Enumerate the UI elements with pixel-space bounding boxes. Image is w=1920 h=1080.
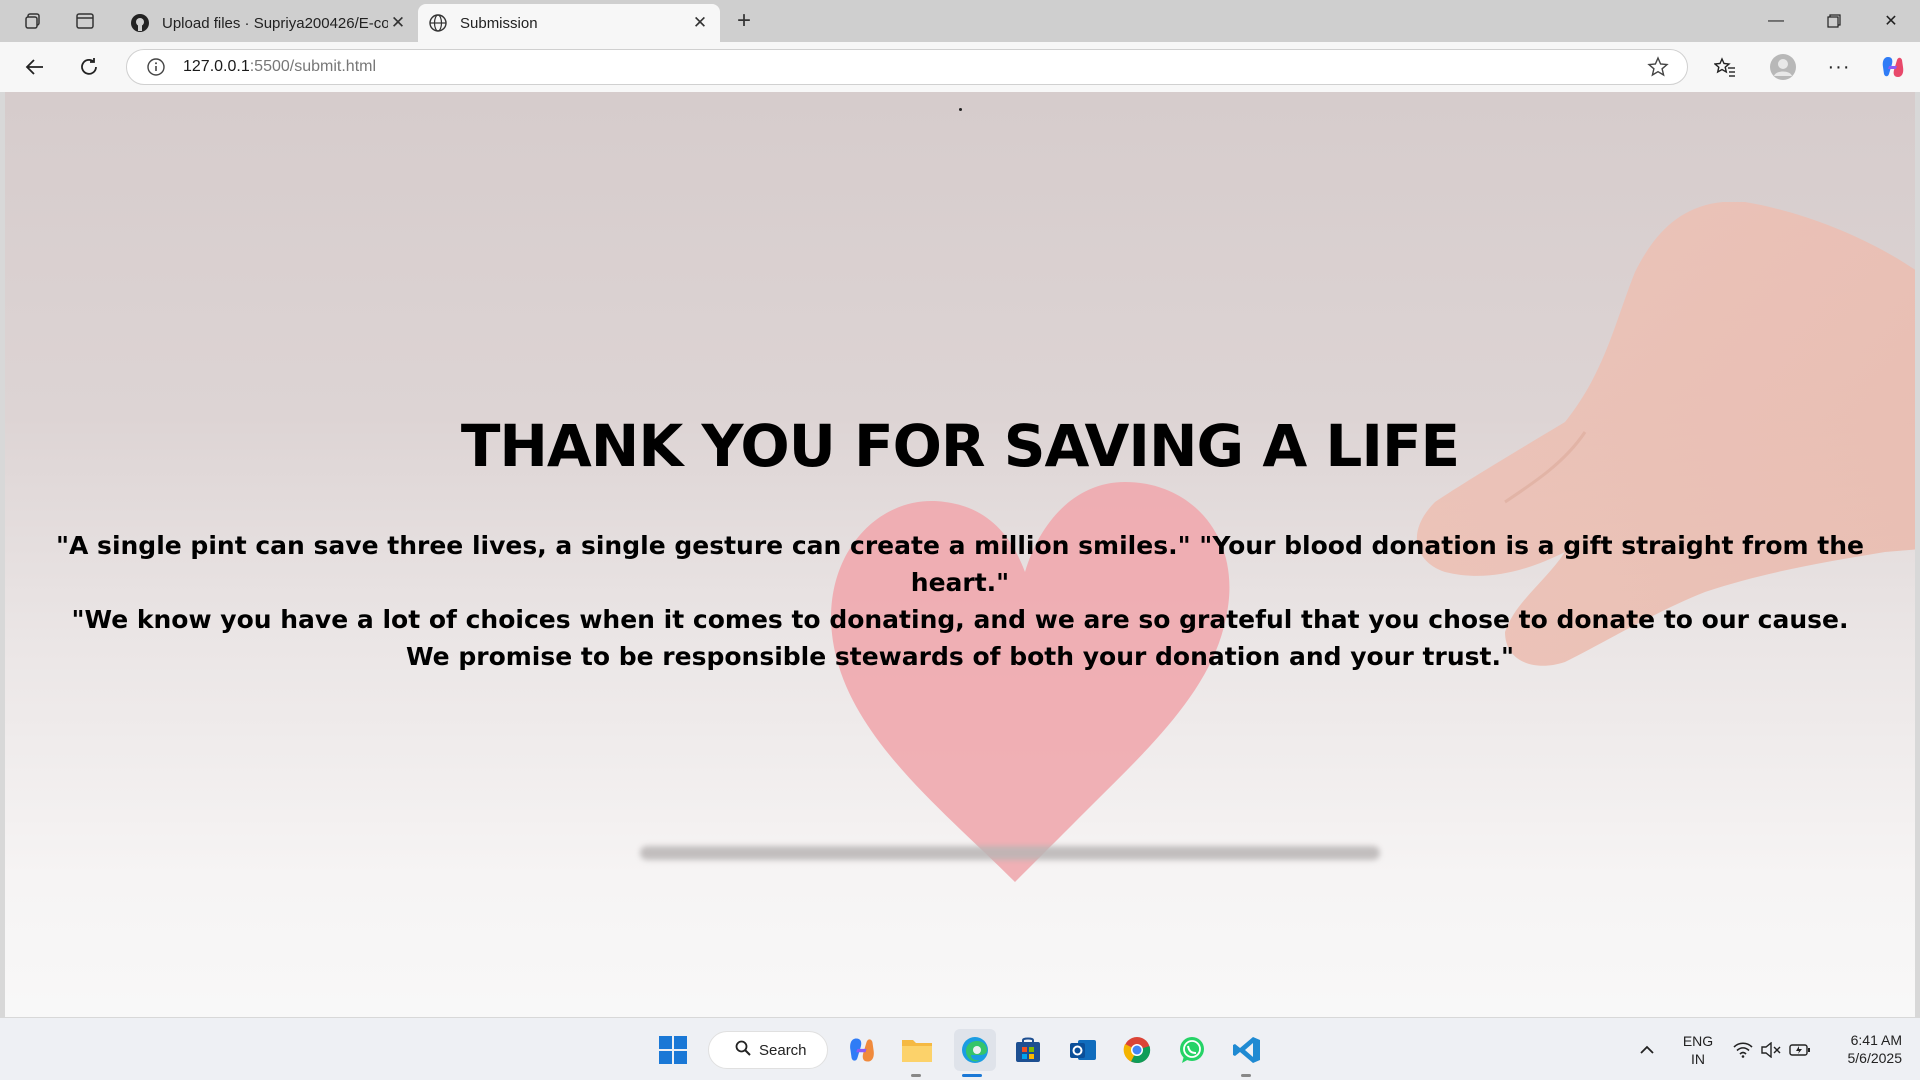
- region-label: IN: [1691, 1051, 1705, 1067]
- wifi-icon[interactable]: [1728, 1032, 1758, 1068]
- running-indicator: [911, 1074, 921, 1077]
- tab-title: Submission: [460, 14, 538, 32]
- hand-image: [1417, 202, 1915, 666]
- chrome-icon[interactable]: [1119, 1032, 1155, 1068]
- language-label: ENG: [1682, 1033, 1714, 1049]
- favorite-star-icon[interactable]: [1647, 56, 1669, 83]
- url-path: :5500/submit.html: [249, 58, 377, 75]
- whatsapp-icon[interactable]: [1174, 1032, 1210, 1068]
- clock-date: 5/6/2025: [1847, 1050, 1903, 1066]
- close-icon[interactable]: ✕: [690, 13, 710, 33]
- heart-shadow: [640, 846, 1380, 860]
- vscode-icon[interactable]: [1229, 1032, 1265, 1068]
- language-indicator[interactable]: ENG IN: [1678, 1032, 1718, 1068]
- volume-muted-icon[interactable]: [1756, 1032, 1786, 1068]
- url-host: 127.0.0.1: [183, 58, 250, 75]
- refresh-icon[interactable]: [72, 51, 106, 83]
- chevron-up-icon[interactable]: [1630, 1032, 1664, 1068]
- active-indicator: [962, 1074, 982, 1077]
- quote-text: "A single pint can save three lives, a s…: [55, 527, 1865, 675]
- profile-avatar-icon[interactable]: [1766, 51, 1800, 83]
- file-explorer-icon[interactable]: [899, 1032, 935, 1068]
- address-bar[interactable]: 127.0.0.1:5500/submit.html: [126, 49, 1688, 85]
- more-options-icon[interactable]: ···: [1822, 51, 1856, 83]
- globe-icon: [428, 13, 448, 33]
- quote-line-2: "We know you have a lot of choices when …: [71, 605, 1849, 671]
- info-icon[interactable]: [145, 56, 167, 78]
- minimize-icon[interactable]: —: [1747, 0, 1805, 42]
- microsoft-store-icon[interactable]: [1010, 1032, 1046, 1068]
- tab-upload-files[interactable]: Upload files · Supriya200426/E-co ✕: [120, 4, 418, 42]
- page-viewport: THANK YOU FOR SAVING A LIFE "A single pi…: [5, 92, 1915, 1017]
- edge-browser-icon[interactable]: [954, 1029, 996, 1071]
- quote-line-1: "A single pint can save three lives, a s…: [55, 531, 1865, 597]
- workspaces-icon[interactable]: [18, 6, 48, 36]
- tab-strip: Upload files · Supriya200426/E-co ✕ Subm…: [0, 0, 1920, 42]
- github-icon: [130, 13, 150, 33]
- taskbar-search[interactable]: Search: [708, 1031, 828, 1069]
- close-window-icon[interactable]: ✕: [1862, 0, 1920, 42]
- favorites-icon[interactable]: [1708, 51, 1742, 83]
- back-icon[interactable]: [18, 51, 52, 83]
- new-tab-icon[interactable]: +: [729, 6, 759, 36]
- page-title: THANK YOU FOR SAVING A LIFE: [460, 412, 1460, 480]
- search-icon: [735, 1040, 751, 1060]
- outlook-icon[interactable]: [1065, 1032, 1101, 1068]
- copilot-icon[interactable]: [1876, 51, 1910, 83]
- stray-dot: [959, 108, 962, 111]
- copilot-app-icon[interactable]: [844, 1032, 880, 1068]
- close-icon[interactable]: ✕: [388, 13, 408, 33]
- start-windows-icon[interactable]: [655, 1032, 691, 1068]
- taskbar: Search ENG IN 6:41 AM 5/6/2025: [0, 1017, 1920, 1080]
- running-indicator: [1241, 1074, 1251, 1077]
- clock-time: 6:41 AM: [1850, 1032, 1902, 1048]
- navigation-bar: 127.0.0.1:5500/submit.html ···: [0, 42, 1920, 92]
- battery-icon[interactable]: [1785, 1032, 1815, 1068]
- search-label: Search: [759, 1041, 807, 1059]
- restore-icon[interactable]: [1805, 0, 1863, 42]
- tab-actions-icon[interactable]: [70, 6, 100, 36]
- clock[interactable]: 6:41 AM 5/6/2025: [1826, 1031, 1903, 1067]
- tab-submission[interactable]: Submission ✕: [418, 4, 720, 42]
- tab-title: Upload files · Supriya200426/E-co: [162, 14, 388, 32]
